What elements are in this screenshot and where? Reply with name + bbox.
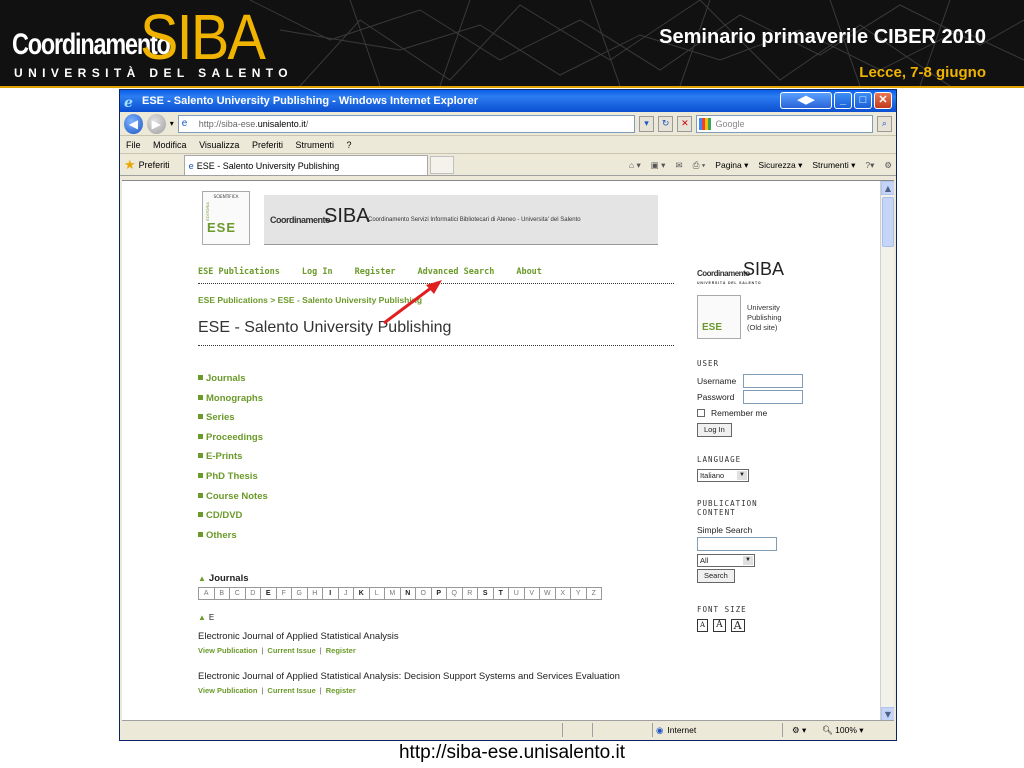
address-input[interactable]: e http://siba-ese.unisalento.it/ [177,114,635,133]
scroll-thumb[interactable] [882,197,894,247]
favorites-star-icon[interactable]: ★ [124,157,136,173]
favorites-bar: ★ Preferiti e ESE - Salento University Pu… [120,154,896,176]
print-icon[interactable]: ⎙ ▾ [693,154,706,176]
protected-mode-icon[interactable]: ⚙ ▾ [792,721,806,739]
address-toolbar: ◀ ▶ ▾ e http://siba-ese.unisalento.it/ ▾ … [120,112,896,136]
status-bar: ◉ Internet ⚙ ▾ 🔍︎ 100% ▾ [122,720,894,738]
scroll-down-icon[interactable]: ▼ [881,707,894,720]
menu-file[interactable]: File [126,140,141,150]
window-title: ESE - Salento University Publishing - Wi… [142,95,479,107]
refresh-icon[interactable]: ↻ [658,115,674,132]
slide-subtitle: Lecce, 7-8 giugno [859,64,986,81]
forward-icon[interactable]: ▶ [146,113,166,134]
menu-help[interactable]: ? [347,140,352,150]
menu-preferiti[interactable]: Preferiti [252,140,283,150]
back-icon[interactable]: ◀ [124,113,143,134]
command-pagina[interactable]: Pagina ▾ [715,154,748,176]
search-input[interactable]: Google [696,114,873,133]
address-dropdown-icon[interactable]: ▾ [638,115,655,132]
command-bar: ⌂ ▾ ▣ ▾ ✉ ⎙ ▾ Pagina ▾ Sicurezza ▾ Strum… [629,154,892,176]
browser-tab[interactable]: e ESE - Salento University Publishing [183,154,428,175]
stop-icon[interactable]: ✕ [677,115,693,132]
close-button[interactable]: ✕ [874,92,892,109]
maximize-button[interactable]: □ [854,92,872,109]
annotation-arrow [383,280,442,325]
slide-header: Coordinamento SIBA UNIVERSITÀ DEL SALENT… [0,0,1024,86]
globe-icon: ◉ [656,725,664,735]
mail-icon[interactable]: ✉ [675,154,682,176]
search-icon[interactable]: ⌕ [876,115,892,132]
scroll-up-icon[interactable]: ▲ [881,181,894,195]
menu-bar: File Modifica Visualizza Preferiti Strum… [120,136,896,154]
command-sicurezza[interactable]: Sicurezza ▾ [758,154,802,176]
page-viewport: SCIENTIFICA EDITORIA ESE Coordinamento S… [122,180,894,720]
slide-logo-universita: UNIVERSITÀ DEL SALENTO [14,66,294,80]
header-divider [0,86,1024,88]
browser-window: e ESE - Salento University Publishing - W… [119,89,897,741]
minimize-button[interactable]: _ [834,92,852,109]
slide-title: Seminario primaverile CIBER 2010 [659,26,986,48]
zoom-icon: 🔍︎ [822,725,836,735]
menu-modifica[interactable]: Modifica [153,140,187,150]
zoom-control[interactable]: 🔍︎ 100% ▾ [822,721,864,739]
new-tab-button[interactable] [429,155,454,174]
security-zone[interactable]: ◉ Internet [656,721,696,739]
footer-url: http://siba-ese.unisalento.it [398,742,626,763]
help-icon[interactable]: ?▾ [865,154,874,176]
history-dropdown-icon[interactable]: ▾ [170,119,174,128]
home-icon[interactable]: ⌂ ▾ [629,154,641,176]
menu-visualizza[interactable]: Visualizza [199,140,239,150]
vertical-scrollbar[interactable]: ▲ ▼ [880,181,894,720]
menu-strumenti[interactable]: Strumenti [295,140,334,150]
ie-icon: e [124,95,133,111]
slide-logo-siba: SIBA [140,1,266,73]
feeds-icon[interactable]: ▣ ▾ [651,154,666,176]
ie-feature-button[interactable]: ◀▶ [780,92,832,109]
google-icon [699,117,712,130]
page-icon: e [181,117,188,129]
favorites-button[interactable]: Preferiti [139,160,170,170]
tab-ie-icon: e [188,160,194,171]
research-icon[interactable]: ⚙ [884,154,892,176]
window-titlebar[interactable]: e ESE - Salento University Publishing - W… [120,90,896,112]
command-strumenti[interactable]: Strumenti ▾ [812,154,855,176]
